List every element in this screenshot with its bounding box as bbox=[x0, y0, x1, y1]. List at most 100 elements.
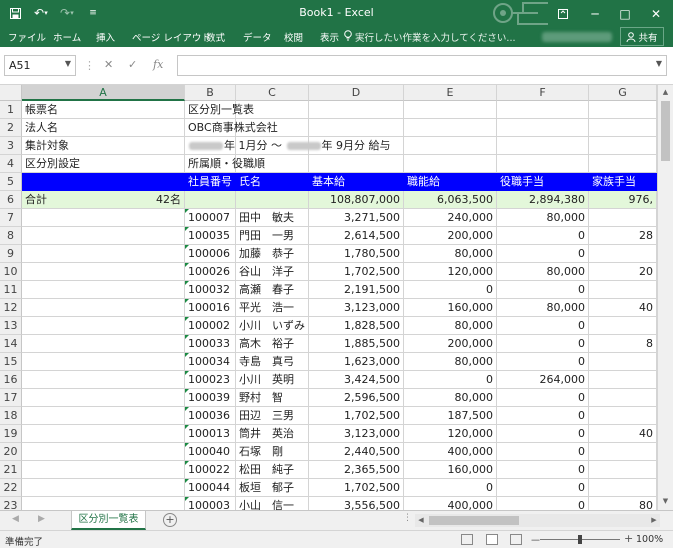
cell-e9[interactable]: 80,000 bbox=[404, 245, 497, 263]
cell-c16[interactable]: 小川 英明 bbox=[236, 371, 309, 389]
minimize-button[interactable]: ─ bbox=[580, 0, 610, 27]
tab-insert[interactable]: 挿入 bbox=[96, 30, 115, 44]
cell-c14[interactable]: 高木 裕子 bbox=[236, 335, 309, 353]
cell-d10[interactable]: 1,702,500 bbox=[309, 263, 404, 281]
row-header[interactable]: 17 bbox=[0, 389, 22, 407]
cell-e2[interactable] bbox=[404, 119, 497, 137]
tab-data[interactable]: データ bbox=[243, 30, 272, 44]
cell-b4[interactable]: 所属順・役職順 bbox=[185, 155, 265, 173]
cell-a21[interactable] bbox=[22, 461, 185, 479]
cell-b11[interactable]: 100032 bbox=[185, 281, 236, 299]
scroll-down-icon[interactable]: ▼ bbox=[658, 494, 673, 508]
name-box[interactable]: A51 ▼ bbox=[4, 55, 76, 76]
cell-e21[interactable]: 160,000 bbox=[404, 461, 497, 479]
cell-c8[interactable]: 門田 一男 bbox=[236, 227, 309, 245]
tab-formulas[interactable]: 数式 bbox=[206, 30, 225, 44]
cell-a20[interactable] bbox=[22, 443, 185, 461]
cell-c18[interactable]: 田辺 三男 bbox=[236, 407, 309, 425]
cell-f21[interactable]: 0 bbox=[497, 461, 589, 479]
cell-d14[interactable]: 1,885,500 bbox=[309, 335, 404, 353]
cell-g16[interactable] bbox=[589, 371, 657, 389]
cell-d21[interactable]: 2,365,500 bbox=[309, 461, 404, 479]
cell-a9[interactable] bbox=[22, 245, 185, 263]
cell-g23[interactable]: 80 bbox=[589, 497, 657, 510]
cell-g12[interactable]: 40 bbox=[589, 299, 657, 317]
cell-e18[interactable]: 187,500 bbox=[404, 407, 497, 425]
row-header[interactable]: 6 bbox=[0, 191, 22, 209]
cell-a14[interactable] bbox=[22, 335, 185, 353]
horizontal-scroll-thumb[interactable] bbox=[429, 516, 519, 525]
tab-review[interactable]: 校閲 bbox=[284, 30, 303, 44]
cell-e20[interactable]: 400,000 bbox=[404, 443, 497, 461]
cell-g22[interactable] bbox=[589, 479, 657, 497]
column-header-b[interactable]: B bbox=[185, 85, 236, 101]
cell-e22[interactable]: 0 bbox=[404, 479, 497, 497]
ribbon-display-options-icon[interactable] bbox=[548, 0, 578, 27]
share-button[interactable]: 共有 bbox=[620, 27, 664, 46]
cell-c12[interactable]: 平光 浩一 bbox=[236, 299, 309, 317]
cell-b14[interactable]: 100033 bbox=[185, 335, 236, 353]
cell-c11[interactable]: 高瀬 春子 bbox=[236, 281, 309, 299]
cell-c13[interactable]: 小川 いずみ bbox=[236, 317, 309, 335]
cell-d6[interactable]: 108,807,000 bbox=[309, 191, 404, 209]
cell-f16[interactable]: 264,000 bbox=[497, 371, 589, 389]
cell-d1[interactable] bbox=[309, 101, 404, 119]
cell-a22[interactable] bbox=[22, 479, 185, 497]
cell-g3[interactable] bbox=[589, 137, 657, 155]
add-sheet-button[interactable]: + bbox=[163, 513, 177, 527]
cell-g1[interactable] bbox=[589, 101, 657, 119]
cell-g21[interactable] bbox=[589, 461, 657, 479]
cell-f9[interactable]: 0 bbox=[497, 245, 589, 263]
horizontal-scrollbar[interactable]: ◀ ▶ bbox=[415, 514, 660, 527]
column-header-f[interactable]: F bbox=[497, 85, 589, 101]
cell-g8[interactable]: 28 bbox=[589, 227, 657, 245]
cell-g17[interactable] bbox=[589, 389, 657, 407]
cell-d23[interactable]: 3,556,500 bbox=[309, 497, 404, 510]
row-header[interactable]: 12 bbox=[0, 299, 22, 317]
cell-f4[interactable] bbox=[497, 155, 589, 173]
cell-d18[interactable]: 1,702,500 bbox=[309, 407, 404, 425]
tell-me-search[interactable]: 実行したい作業を入力してください... bbox=[355, 30, 516, 44]
cell-b10[interactable]: 100026 bbox=[185, 263, 236, 281]
vertical-scroll-thumb[interactable] bbox=[661, 101, 670, 161]
cell-b20[interactable]: 100040 bbox=[185, 443, 236, 461]
cell-e8[interactable]: 200,000 bbox=[404, 227, 497, 245]
cell-b18[interactable]: 100036 bbox=[185, 407, 236, 425]
cell-a11[interactable] bbox=[22, 281, 185, 299]
cell-f20[interactable]: 0 bbox=[497, 443, 589, 461]
cell-g4[interactable] bbox=[589, 155, 657, 173]
row-header[interactable]: 14 bbox=[0, 335, 22, 353]
cell-c21[interactable]: 松田 純子 bbox=[236, 461, 309, 479]
formula-input[interactable]: ▼ bbox=[177, 55, 667, 76]
row-header[interactable]: 5 bbox=[0, 173, 22, 191]
cell-e14[interactable]: 200,000 bbox=[404, 335, 497, 353]
cell-a1[interactable]: 帳票名 bbox=[22, 101, 185, 119]
column-header-a[interactable]: A bbox=[22, 85, 185, 101]
row-header[interactable]: 21 bbox=[0, 461, 22, 479]
row-header[interactable]: 11 bbox=[0, 281, 22, 299]
cell-e10[interactable]: 120,000 bbox=[404, 263, 497, 281]
vertical-scrollbar[interactable]: ▲ ▼ bbox=[657, 85, 673, 510]
cell-d17[interactable]: 2,596,500 bbox=[309, 389, 404, 407]
cell-f1[interactable] bbox=[497, 101, 589, 119]
select-all-corner[interactable] bbox=[0, 85, 22, 101]
zoom-slider-knob[interactable] bbox=[578, 535, 582, 544]
cell-b19[interactable]: 100013 bbox=[185, 425, 236, 443]
cell-b2[interactable]: OBC商事株式会社 bbox=[185, 119, 278, 137]
cell-a4[interactable]: 区分別設定 bbox=[22, 155, 185, 173]
cell-b5[interactable]: 社員番号 bbox=[185, 173, 236, 191]
cell-c15[interactable]: 寺島 真弓 bbox=[236, 353, 309, 371]
cell-g5[interactable]: 家族手当 bbox=[589, 173, 657, 191]
cell-d5[interactable]: 基本給 bbox=[309, 173, 404, 191]
cell-e17[interactable]: 80,000 bbox=[404, 389, 497, 407]
cell-e19[interactable]: 120,000 bbox=[404, 425, 497, 443]
row-header[interactable]: 7 bbox=[0, 209, 22, 227]
column-header-g[interactable]: G bbox=[589, 85, 657, 101]
cell-d15[interactable]: 1,623,000 bbox=[309, 353, 404, 371]
page-break-view-icon[interactable] bbox=[510, 534, 522, 545]
cell-g11[interactable] bbox=[589, 281, 657, 299]
cell-d12[interactable]: 3,123,000 bbox=[309, 299, 404, 317]
cell-d13[interactable]: 1,828,500 bbox=[309, 317, 404, 335]
cell-b22[interactable]: 100044 bbox=[185, 479, 236, 497]
cell-e11[interactable]: 0 bbox=[404, 281, 497, 299]
